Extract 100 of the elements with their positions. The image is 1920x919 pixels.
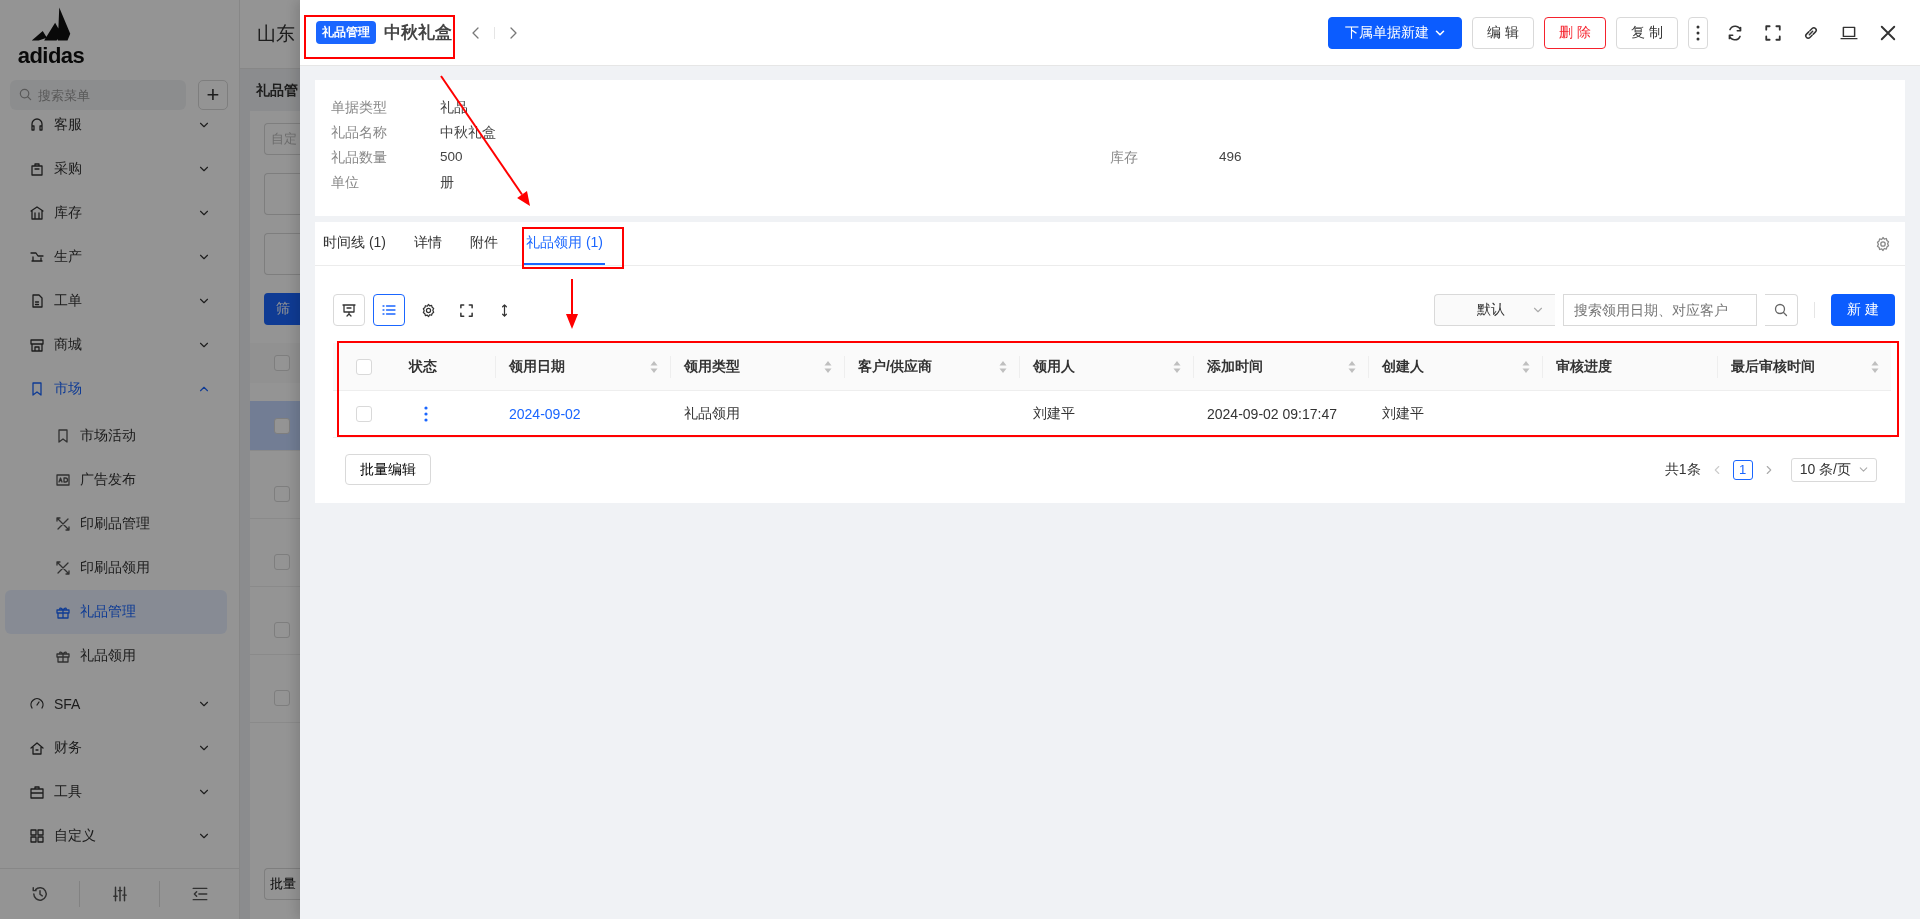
board-view-icon <box>341 302 357 318</box>
column-header: 创建人 <box>1381 357 1424 376</box>
sort-icon[interactable] <box>649 359 658 374</box>
annotation-arrow <box>566 278 578 329</box>
checkbox[interactable] <box>274 553 290 570</box>
headset-icon <box>29 117 45 133</box>
checkbox[interactable] <box>356 358 372 375</box>
gift-icon <box>55 648 71 664</box>
table-cell: 刘建平 <box>1032 405 1075 423</box>
sliders-icon[interactable] <box>110 885 129 903</box>
settings-icon[interactable] <box>420 302 436 318</box>
menu-item[interactable]: 市场 <box>5 367 227 411</box>
menu-item[interactable]: 库存 <box>5 191 227 235</box>
table-cell: 2024-09-02 09:17:47 <box>1207 406 1337 422</box>
history-icon[interactable] <box>30 885 49 903</box>
action-button[interactable]: 编 辑 <box>1472 16 1535 49</box>
collapse-menu-icon[interactable] <box>190 885 209 903</box>
bag-icon <box>29 161 45 177</box>
create-dropdown-button[interactable]: 下属单据新建 <box>1328 16 1463 49</box>
grid-icon <box>29 828 45 844</box>
column-header: 添加时间 <box>1207 357 1263 376</box>
store-icon <box>29 337 45 353</box>
menu-item[interactable]: 工具 <box>5 770 227 814</box>
field-label: 单据类型 <box>331 98 388 117</box>
sort-icon[interactable] <box>1173 359 1181 374</box>
page-title: 山东 <box>257 22 295 46</box>
table-cell: 礼品领用 <box>683 405 740 423</box>
crossed-tools-icon <box>55 516 71 532</box>
page-size-select[interactable]: 10 条/页 <box>1790 457 1877 482</box>
submenu-item[interactable]: 礼品管理 <box>5 590 227 634</box>
checkbox[interactable] <box>274 689 290 706</box>
search-field[interactable]: 搜索领用日期、对应客户 <box>1563 294 1758 326</box>
checkbox[interactable] <box>274 355 290 371</box>
menu-item[interactable]: 商城 <box>5 323 227 367</box>
action-button[interactable]: 复 制 <box>1616 16 1678 49</box>
more-button[interactable] <box>1688 16 1708 49</box>
field-label: 礼品名称 <box>331 123 388 142</box>
tab[interactable]: 时间线 (1) <box>321 222 388 265</box>
ad-icon <box>55 472 71 488</box>
column-header: 客户/供应商 <box>858 357 932 376</box>
page-heading: 礼品管 <box>256 82 298 98</box>
category-tag: 礼品管理 <box>316 21 376 44</box>
list-view-icon <box>381 302 397 318</box>
menu-item[interactable]: SFA <box>5 682 227 726</box>
more-vertical-icon[interactable] <box>424 406 428 422</box>
sort-icon[interactable] <box>1522 359 1530 374</box>
column-header: 领用人 <box>1032 357 1075 376</box>
date-link[interactable]: 2024-09-02 <box>509 406 581 422</box>
search-icon <box>1773 302 1790 318</box>
tab[interactable]: 附件 <box>468 222 500 265</box>
house-icon <box>29 740 45 756</box>
search-icon <box>18 87 33 102</box>
record-title: 中秋礼盒 <box>384 21 452 43</box>
sort-icon[interactable] <box>1871 359 1879 374</box>
submenu-item[interactable]: 印刷品管理 <box>5 502 227 546</box>
menu-item[interactable]: 自定义 <box>5 814 227 858</box>
fullscreen-icon[interactable] <box>1764 23 1782 42</box>
tab[interactable]: 详情 <box>412 222 444 265</box>
submenu-item[interactable]: 印刷品领用 <box>5 546 227 590</box>
column-header: 审核进度 <box>1556 357 1612 376</box>
delete-button[interactable]: 删 除 <box>1544 16 1607 49</box>
table-cell: 刘建平 <box>1381 405 1424 423</box>
refresh-icon[interactable] <box>1726 23 1744 42</box>
more-vertical-icon <box>1696 24 1700 41</box>
menu-item[interactable]: 工单 <box>5 279 227 323</box>
add-button[interactable]: + <box>198 80 228 110</box>
checkbox[interactable] <box>274 621 290 638</box>
filter-select[interactable]: 默认 <box>1434 294 1556 326</box>
menu-item[interactable]: 客服 <box>5 110 227 147</box>
checkbox[interactable] <box>274 485 290 502</box>
page-button[interactable]: 1 <box>1732 459 1753 480</box>
submenu-item[interactable]: 市场活动 <box>5 414 227 458</box>
sort-icon[interactable] <box>824 359 832 374</box>
column-header: 最后审核时间 <box>1730 357 1815 376</box>
menu-item[interactable]: 采购 <box>5 147 227 191</box>
column-header: 状态 <box>409 357 437 376</box>
batch-button[interactable]: 批量 <box>264 868 300 900</box>
menu-item[interactable]: 财务 <box>5 726 227 770</box>
search-button[interactable] <box>1765 294 1799 326</box>
sort-icon[interactable] <box>998 359 1007 374</box>
field-label: 库存 <box>1110 148 1139 167</box>
checkbox[interactable] <box>274 417 290 434</box>
machine-icon <box>29 249 45 265</box>
view-toggle[interactable] <box>373 294 405 326</box>
crossed-tools-icon <box>55 560 71 576</box>
sort-icon[interactable] <box>1347 359 1356 374</box>
logo-text: adidas <box>17 46 85 66</box>
fullscreen-icon[interactable] <box>458 302 474 318</box>
submenu-item[interactable]: 礼品领用 <box>5 634 227 678</box>
bookmark-icon <box>29 381 45 397</box>
filter-button[interactable]: 筛 <box>264 293 300 325</box>
menu-item[interactable]: 生产 <box>5 235 227 279</box>
submenu-item[interactable]: 广告发布 <box>5 458 227 502</box>
checkbox[interactable] <box>356 406 372 422</box>
tab[interactable]: 礼品领用 (1) <box>524 222 605 265</box>
new-button[interactable]: 新 建 <box>1831 294 1895 326</box>
batch-edit-button[interactable]: 批量编辑 <box>345 454 431 485</box>
document-icon <box>29 293 45 309</box>
bookmark-icon <box>55 428 71 444</box>
gift-icon <box>55 604 71 620</box>
